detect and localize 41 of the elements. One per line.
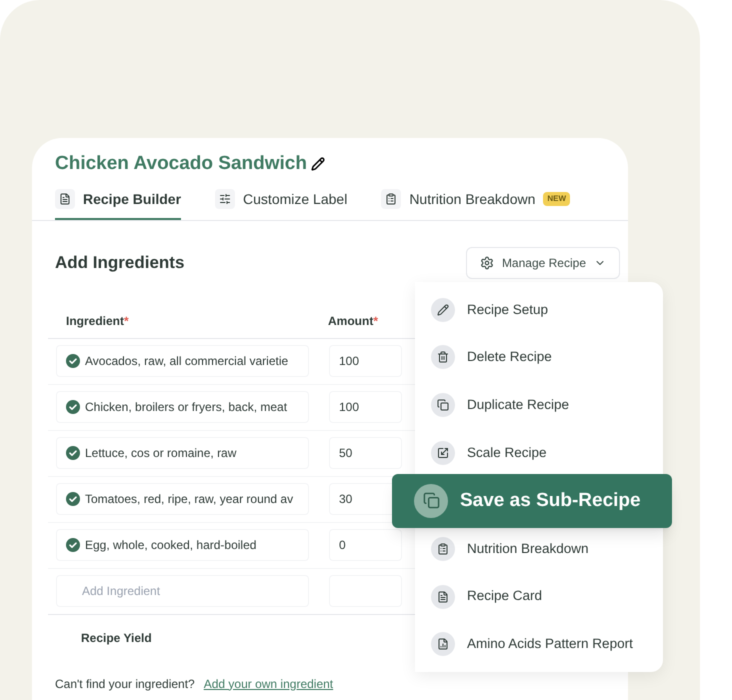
column-header: Amount* (328, 313, 378, 330)
recipe-yield-label: Recipe Yield (81, 630, 152, 646)
add-ingredient-link[interactable]: Add your own ingredient (204, 674, 334, 692)
menu-icon (431, 298, 455, 322)
copy-icon (414, 484, 448, 518)
menu-icon (431, 345, 455, 370)
amount-field[interactable]: 50 (329, 437, 402, 469)
menu-item[interactable]: Recipe Setup (415, 286, 663, 334)
menu-icon (431, 584, 455, 609)
menu-icon (431, 536, 455, 561)
menu-item[interactable]: Amino Acids Pattern Report (415, 620, 663, 668)
column-header: Ingredient* (65, 313, 130, 330)
ingredient-field[interactable]: Lettuce, cos or romaine, raw (56, 437, 309, 469)
settings-icon (480, 256, 494, 270)
menu-icon (431, 632, 455, 656)
amount-field[interactable]: 0 (329, 529, 402, 561)
section-title: Add Ingredients (55, 252, 184, 274)
recipe-title: Chicken Avocado Sandwich (55, 152, 307, 176)
ingredient-field[interactable]: Avocados, raw, all commercial varietie (56, 345, 309, 377)
ingredient-field[interactable]: Tomatoes, red, ripe, raw, year round av (56, 483, 309, 515)
menu-icon (431, 393, 455, 418)
menu-item[interactable]: Save as Sub-Recipe (392, 474, 672, 528)
menu-item[interactable]: Delete Recipe (415, 334, 663, 382)
manage-recipe-button[interactable]: Manage Recipe (466, 246, 620, 278)
tab-icon (381, 189, 402, 209)
tab-icon (215, 189, 236, 209)
ingredient-field[interactable]: Egg, whole, cooked, hard-boiled (56, 529, 309, 561)
menu-item[interactable]: Recipe Card (415, 572, 663, 620)
amount-field[interactable]: 100 (329, 391, 402, 423)
add-ingredient-field[interactable]: Add Ingredient (56, 575, 309, 607)
ingredient-field[interactable]: Chicken, broilers or fryers, back, meat (56, 391, 309, 423)
menu-icon (431, 440, 455, 465)
tab[interactable]: Nutrition Breakdown NEW (381, 186, 570, 220)
edit-icon[interactable] (310, 157, 325, 172)
tab[interactable]: Customize Label (215, 186, 348, 220)
menu-item[interactable]: Duplicate Recipe (415, 381, 663, 429)
tab[interactable]: Recipe Builder (55, 186, 182, 220)
amount-field[interactable]: 100 (329, 345, 402, 377)
help-text: Can't find your ingredient? (55, 676, 195, 692)
tab-icon (55, 189, 75, 209)
new-badge: NEW (543, 192, 570, 206)
